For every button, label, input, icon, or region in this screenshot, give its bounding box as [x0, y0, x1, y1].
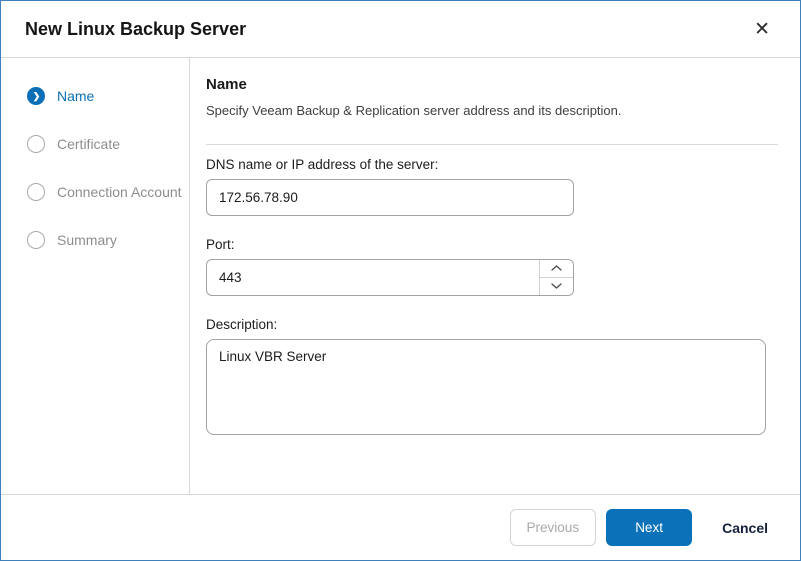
dialog-title: New Linux Backup Server — [25, 19, 246, 40]
step-summary-indicator — [27, 231, 45, 249]
port-spinner — [206, 259, 574, 296]
step-name-indicator: ❯ — [27, 87, 45, 105]
cancel-button[interactable]: Cancel — [718, 509, 772, 546]
step-connection-account-label: Connection Account — [57, 184, 182, 200]
close-button[interactable]: ✕ — [748, 16, 776, 43]
dialog-footer: Previous Next Cancel — [1, 494, 800, 560]
description-field-group: Description: Linux VBR Server — [206, 317, 778, 440]
description-textarea[interactable]: Linux VBR Server — [206, 339, 766, 435]
step-summary[interactable]: Summary — [1, 216, 189, 264]
previous-button[interactable]: Previous — [510, 509, 597, 546]
step-certificate-indicator — [27, 135, 45, 153]
port-input[interactable] — [206, 259, 574, 296]
port-spinner-buttons — [539, 260, 573, 295]
port-field-group: Port: — [206, 237, 778, 296]
dns-field-group: DNS name or IP address of the server: — [206, 157, 778, 216]
step-content-panel: Name Specify Veeam Backup & Replication … — [190, 58, 800, 494]
step-connection-account-indicator — [27, 183, 45, 201]
step-certificate-label: Certificate — [57, 136, 120, 152]
new-linux-backup-server-dialog: New Linux Backup Server ✕ ❯ Name Certifi… — [0, 0, 801, 561]
description-field-label: Description: — [206, 317, 778, 332]
port-decrement-button[interactable] — [540, 278, 573, 296]
chevron-up-icon — [551, 265, 562, 271]
chevron-down-icon — [551, 283, 562, 289]
step-certificate[interactable]: Certificate — [1, 120, 189, 168]
dialog-body: ❯ Name Certificate Connection Account Su… — [1, 58, 800, 494]
dns-field-label: DNS name or IP address of the server: — [206, 157, 778, 172]
content-heading: Name — [206, 76, 778, 93]
content-divider — [206, 144, 778, 145]
chevron-right-icon: ❯ — [33, 92, 41, 101]
content-subtitle: Specify Veeam Backup & Replication serve… — [206, 103, 778, 118]
next-button[interactable]: Next — [606, 509, 692, 546]
close-icon: ✕ — [754, 19, 770, 40]
step-connection-account[interactable]: Connection Account — [1, 168, 189, 216]
wizard-steps-sidebar: ❯ Name Certificate Connection Account Su… — [1, 58, 190, 494]
step-name[interactable]: ❯ Name — [1, 72, 189, 120]
port-field-label: Port: — [206, 237, 778, 252]
dialog-header: New Linux Backup Server ✕ — [1, 1, 800, 58]
dns-address-input[interactable] — [206, 179, 574, 216]
step-summary-label: Summary — [57, 232, 117, 248]
port-increment-button[interactable] — [540, 260, 573, 278]
step-name-label: Name — [57, 88, 94, 104]
